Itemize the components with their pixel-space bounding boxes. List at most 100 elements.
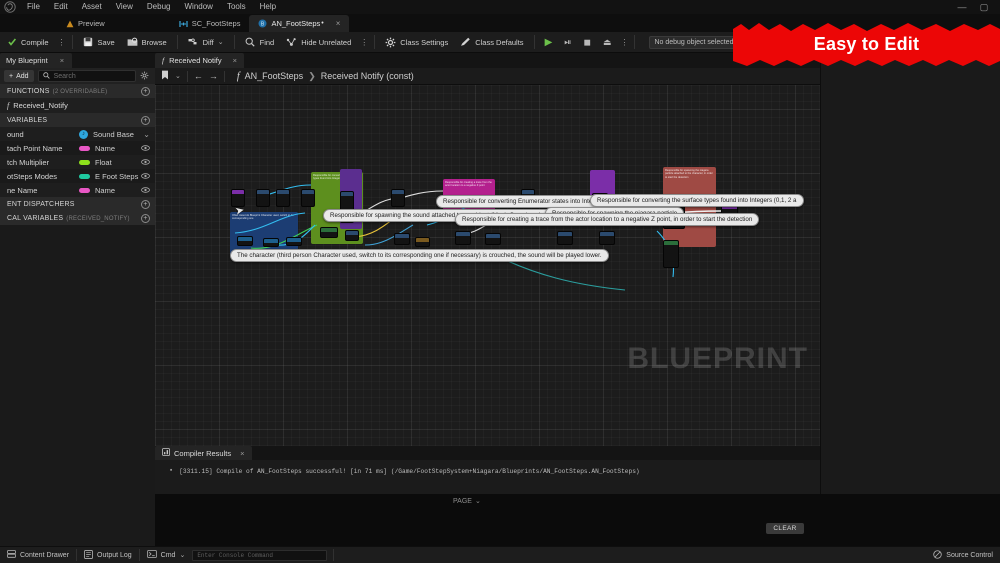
- graph-node[interactable]: [256, 189, 270, 207]
- diff-chevron-down-icon[interactable]: ⌄: [218, 38, 224, 46]
- menu-item-debug[interactable]: Debug: [140, 0, 178, 14]
- forward-arrow-icon[interactable]: →: [209, 71, 218, 81]
- graph-node[interactable]: [301, 189, 315, 207]
- page-button[interactable]: PAGE ⌄: [447, 495, 487, 507]
- variable-row-attach-point-name[interactable]: tach Point Name Name: [0, 141, 155, 155]
- tab-my-blueprint[interactable]: My Blueprint ×: [0, 53, 73, 68]
- step-button[interactable]: ⏯: [558, 32, 577, 53]
- tab-sc-footsteps[interactable]: SC_FootSteps: [170, 15, 250, 32]
- add-variable-button[interactable]: +: [141, 115, 150, 125]
- menu-item-asset[interactable]: Asset: [75, 0, 109, 14]
- cmd-selector[interactable]: Cmd ⌄: [140, 547, 193, 563]
- breadcrumb-item-blueprint[interactable]: AN_FootSteps: [245, 71, 304, 81]
- menu-item-edit[interactable]: Edit: [47, 0, 75, 14]
- add-local-variable-button[interactable]: +: [141, 213, 150, 223]
- tab-an-footsteps[interactable]: B AN_FootSteps • ×: [249, 15, 350, 32]
- diff-button[interactable]: Diff ⌄: [182, 32, 230, 53]
- content-drawer-button[interactable]: Content Drawer: [0, 547, 76, 563]
- comment-bubble-trace[interactable]: Responsible for creating a trace from th…: [455, 213, 760, 226]
- tab-compiler-results[interactable]: Compiler Results ×: [155, 446, 252, 460]
- search-input[interactable]: Search: [37, 70, 136, 82]
- bookmark-chevron-down-icon[interactable]: ⌄: [175, 72, 181, 80]
- breadcrumb-item-graph[interactable]: Received Notify (const): [321, 71, 414, 81]
- comment-bubble-crouched[interactable]: The character (third person Character us…: [230, 249, 609, 262]
- section-event-dispatchers[interactable]: ENT DISPATCHERS +: [0, 197, 155, 211]
- compiler-results-row[interactable]: ▪ [3311.15] Compile of AN_FootSteps succ…: [169, 468, 820, 476]
- eject-button[interactable]: ⏏: [597, 32, 618, 53]
- compile-button[interactable]: Compile: [0, 32, 55, 53]
- graph-node[interactable]: [345, 230, 359, 241]
- bookmark-icon[interactable]: [161, 70, 169, 82]
- variable-row-bone-name[interactable]: ne Name Name: [0, 183, 155, 197]
- source-control-button[interactable]: Source Control: [926, 547, 1000, 563]
- stop-button[interactable]: ◼: [577, 32, 596, 53]
- output-log-button[interactable]: Output Log: [77, 547, 139, 563]
- banner-text: Easy to Edit: [813, 34, 920, 54]
- eye-icon[interactable]: [141, 186, 150, 195]
- section-variables[interactable]: VARIABLES +: [0, 113, 155, 127]
- graph-node[interactable]: [557, 231, 573, 245]
- eye-icon[interactable]: [141, 172, 150, 181]
- debug-object-select[interactable]: No debug object selected ⌄: [649, 35, 746, 49]
- tab-close-icon[interactable]: ×: [336, 19, 341, 28]
- graph-node[interactable]: [455, 231, 471, 245]
- add-function-button[interactable]: +: [141, 86, 150, 96]
- tab-compiler-results-close-icon[interactable]: ×: [240, 449, 244, 458]
- chevron-down-icon[interactable]: ⌄: [143, 130, 150, 139]
- play-button[interactable]: ▶: [539, 32, 559, 53]
- graph-node[interactable]: [263, 238, 279, 247]
- class-settings-button[interactable]: Class Settings: [379, 32, 454, 53]
- clear-button[interactable]: CLEAR: [766, 523, 804, 534]
- browse-button[interactable]: Browse: [121, 32, 173, 53]
- menu-item-help[interactable]: Help: [253, 0, 283, 14]
- tab-received-notify-close-icon[interactable]: ×: [233, 56, 237, 65]
- eye-icon[interactable]: [141, 144, 150, 153]
- play-options-kebab[interactable]: ⋮: [617, 38, 630, 47]
- variable-row-pitch-multiplier[interactable]: tch Multiplier Float: [0, 155, 155, 169]
- float-type-icon: [79, 159, 90, 165]
- hide-unrelated-icon: [286, 37, 297, 48]
- graph-node[interactable]: [415, 237, 430, 247]
- graph-node[interactable]: [237, 236, 253, 246]
- class-defaults-button[interactable]: Class Defaults: [454, 32, 529, 53]
- find-button[interactable]: Find: [239, 32, 281, 53]
- maximize-button[interactable]: ▢: [978, 2, 990, 13]
- tab-preview[interactable]: Preview: [56, 15, 114, 32]
- tab-sc-footsteps-label: SC_FootSteps: [191, 19, 241, 28]
- save-label: Save: [97, 37, 115, 47]
- function-item-received-notify[interactable]: f Received_Notify: [0, 98, 155, 113]
- comment-bubble-surface-types[interactable]: Responsible for converting the surface t…: [590, 194, 804, 207]
- add-dispatcher-button[interactable]: +: [141, 199, 150, 209]
- blueprint-canvas[interactable]: Obter Asset do Blueprint Character used,…: [155, 85, 820, 494]
- section-local-variables[interactable]: CAL VARIABLES (RECEIVED_NOTIFY) +: [0, 211, 155, 225]
- graph-node[interactable]: [391, 189, 405, 207]
- minimize-button[interactable]: —: [956, 2, 968, 12]
- console-command-input[interactable]: Enter Console Command: [192, 549, 328, 561]
- graph-node[interactable]: [599, 231, 615, 245]
- eye-icon[interactable]: [141, 158, 150, 167]
- toolbar-divider-3: [233, 35, 235, 49]
- back-arrow-icon[interactable]: ←: [194, 71, 203, 81]
- section-functions[interactable]: FUNCTIONS (2 OVERRIDABLE) +: [0, 84, 155, 98]
- my-blueprint-settings-gear-icon[interactable]: [140, 71, 151, 82]
- graph-node[interactable]: [394, 233, 410, 245]
- graph-node[interactable]: [485, 233, 501, 245]
- tab-received-notify[interactable]: f Received Notify ×: [155, 53, 245, 68]
- menu-item-tools[interactable]: Tools: [220, 0, 253, 14]
- variable-row-footsteps-modes[interactable]: otSteps Modes E Foot Steps M: [0, 169, 155, 183]
- compile-options-kebab[interactable]: ⋮: [55, 38, 68, 47]
- details-panel[interactable]: [820, 53, 1000, 494]
- hide-unrelated-kebab[interactable]: ⋮: [357, 38, 370, 47]
- save-button[interactable]: Save: [77, 32, 121, 53]
- variable-row-sound[interactable]: ound ♪ Sound Base ⌄: [0, 127, 155, 141]
- graph-node[interactable]: [320, 227, 338, 238]
- hide-unrelated-button[interactable]: Hide Unrelated: [280, 32, 357, 53]
- graph-node[interactable]: [276, 189, 290, 207]
- menu-item-view[interactable]: View: [109, 0, 140, 14]
- add-button[interactable]: + Add: [4, 70, 34, 82]
- graph-node[interactable]: [663, 240, 679, 268]
- menu-item-file[interactable]: File: [20, 0, 47, 14]
- graph-node[interactable]: [286, 237, 302, 246]
- menu-item-window[interactable]: Window: [177, 0, 219, 14]
- tab-my-blueprint-close-icon[interactable]: ×: [60, 56, 64, 65]
